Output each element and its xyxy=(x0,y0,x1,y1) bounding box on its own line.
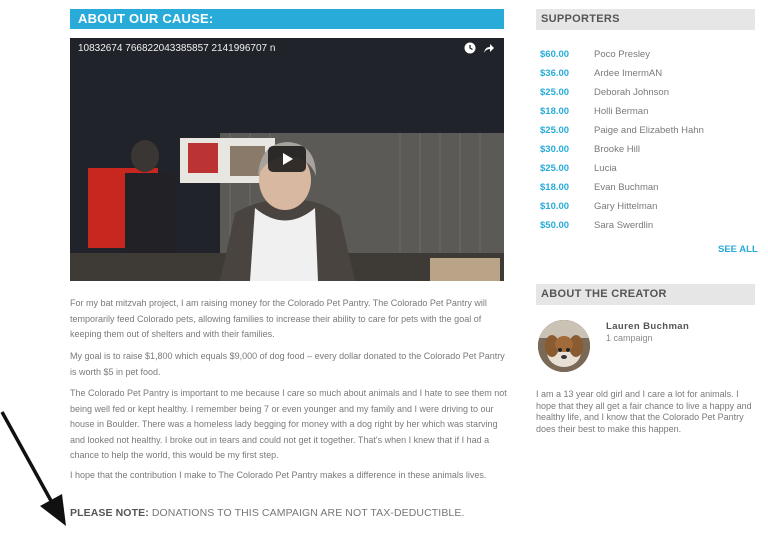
supporter-amount: $25.00 xyxy=(540,163,570,174)
supporter-name: Ardee ImermAN xyxy=(594,68,663,79)
supporter-name: Poco Presley xyxy=(594,49,650,60)
supporter-name: Gary Hittelman xyxy=(594,201,658,212)
creator-bio: I am a 13 year old girl and I care a lot… xyxy=(536,389,752,434)
cause-paragraph-3: The Colorado Pet Pantry is important to … xyxy=(70,388,507,460)
supporters-header: SUPPORTERS xyxy=(536,9,755,30)
cause-paragraph-1: For my bat mitzvah project, I am raising… xyxy=(70,298,487,339)
supporter-amount: $36.00 xyxy=(540,68,570,79)
tax-note: PLEASE NOTE: DONATIONS TO THIS CAMPAIGN … xyxy=(70,507,464,519)
supporter-amount: $10.00 xyxy=(540,201,570,212)
arrow-pointer-icon xyxy=(0,411,66,526)
about-cause-header: ABOUT OUR CAUSE: xyxy=(70,9,504,29)
play-icon[interactable] xyxy=(268,146,306,172)
supporter-amount: $60.00 xyxy=(540,49,570,60)
creator-campaign-count: 1 campaign xyxy=(606,333,653,343)
supporter-amount: $25.00 xyxy=(540,125,570,136)
avatar[interactable] xyxy=(538,320,590,372)
supporter-name: Evan Buchman xyxy=(594,182,659,193)
supporter-amount: $30.00 xyxy=(540,144,570,155)
supporter-amount: $25.00 xyxy=(540,87,570,98)
supporter-amount: $18.00 xyxy=(540,182,570,193)
video-title: 10832674 766822043385857 2141996707 n xyxy=(78,43,276,54)
supporter-name: Sara Swerdlin xyxy=(594,220,654,231)
supporter-name: Lucia xyxy=(594,163,617,174)
tax-note-text: DONATIONS TO THIS CAMPAIGN ARE NOT TAX-D… xyxy=(148,507,465,519)
supporter-name: Paige and Elizabeth Hahn xyxy=(594,125,704,136)
creator-name[interactable]: Lauren Buchman xyxy=(606,321,689,332)
cause-paragraph-4: I hope that the contribution I make to T… xyxy=(70,470,487,480)
supporter-amount: $50.00 xyxy=(540,220,570,231)
supporter-name: Brooke Hill xyxy=(594,144,640,155)
see-all-link[interactable]: SEE ALL xyxy=(718,244,758,255)
tax-note-label: PLEASE NOTE: xyxy=(70,507,149,519)
supporter-amount: $18.00 xyxy=(540,106,570,117)
supporter-name: Deborah Johnson xyxy=(594,87,669,98)
cause-paragraph-2: My goal is to raise $1,800 which equals … xyxy=(70,351,505,377)
about-creator-header: ABOUT THE CREATOR xyxy=(536,284,755,305)
supporter-name: Holli Berman xyxy=(594,106,649,117)
video-player[interactable]: 10832674 766822043385857 2141996707 n xyxy=(70,38,504,281)
